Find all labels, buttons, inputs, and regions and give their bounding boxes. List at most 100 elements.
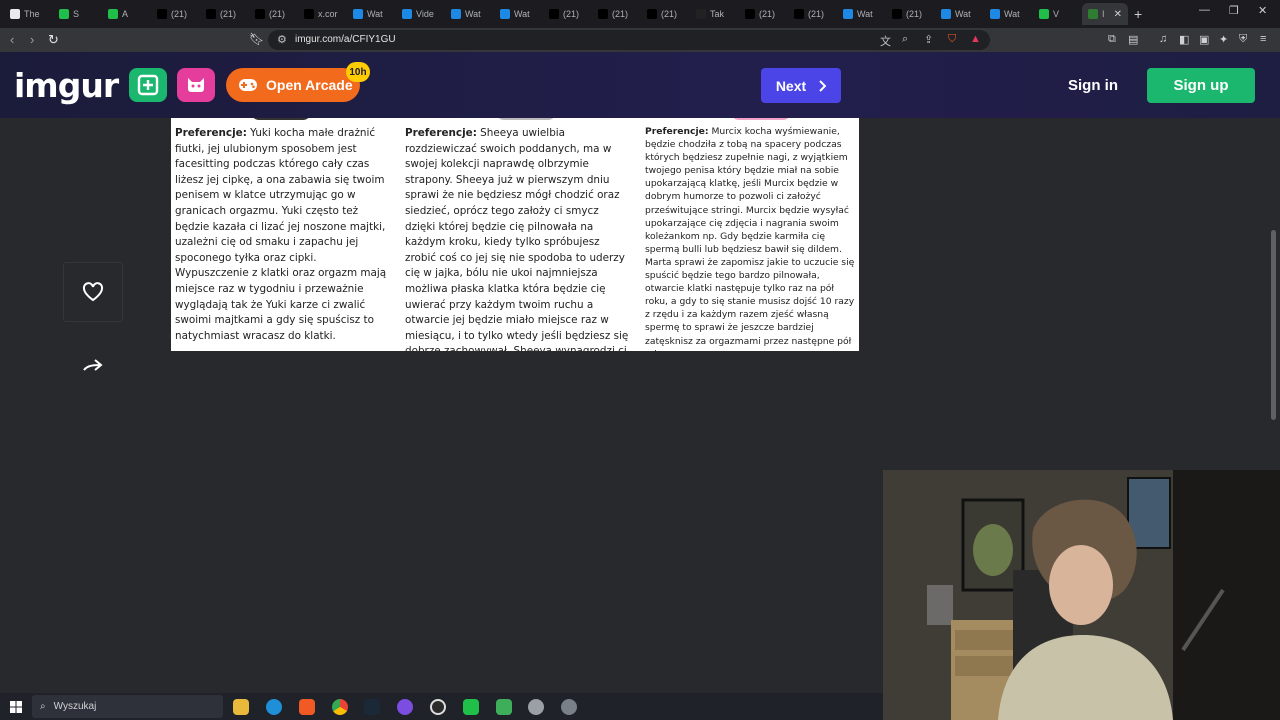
settings-icon[interactable]	[528, 699, 544, 715]
browser-tab[interactable]: Wat	[494, 3, 543, 25]
sign-up-button[interactable]: Sign up	[1147, 68, 1255, 103]
tab-favicon-icon	[892, 9, 902, 19]
browser-tab[interactable]: Wat	[935, 3, 984, 25]
search-icon: ⌕	[40, 701, 46, 712]
browser-tab[interactable]: S	[53, 3, 102, 25]
windows-taskbar: ⌕ Wyszukaj	[0, 693, 883, 720]
imgur-header: imgur Open Arcade 10h Next Sign in Sign …	[0, 52, 1280, 118]
meme-generator-button[interactable]	[177, 68, 215, 102]
back-icon[interactable]: ‹	[10, 32, 14, 47]
tab-title: V	[1053, 9, 1060, 19]
tab-favicon-icon	[206, 9, 216, 19]
search-placeholder: Wyszukaj	[53, 701, 97, 712]
menu-icon[interactable]: ≡	[1260, 33, 1266, 45]
tab-title: S	[73, 9, 80, 19]
page-scrollbar[interactable]	[1271, 230, 1276, 420]
browser-tab[interactable]: (21)	[886, 3, 935, 25]
sidebar-icon[interactable]: ◧	[1179, 33, 1189, 46]
tab-title: Wat	[1004, 9, 1020, 19]
open-arcade-button[interactable]: Open Arcade	[226, 68, 360, 102]
file-explorer-icon[interactable]	[233, 699, 249, 715]
browser-tab[interactable]: (21)	[592, 3, 641, 25]
forward-icon[interactable]: ›	[30, 32, 34, 47]
tab-title: Tak	[710, 9, 725, 19]
share-page-icon[interactable]: ⇪	[924, 33, 933, 46]
browser-tab[interactable]: The	[4, 3, 53, 25]
browser-tab[interactable]: V	[1033, 3, 1082, 25]
windows-start-icon[interactable]	[10, 701, 22, 713]
brave-shields-icon[interactable]: ⛉	[948, 33, 956, 46]
restore-button[interactable]: ❐	[1229, 4, 1239, 17]
vpn-icon[interactable]: ⛨	[1239, 33, 1247, 46]
media-icon[interactable]: ♫	[1159, 33, 1167, 45]
brave-icon[interactable]	[299, 699, 315, 715]
reader-icon[interactable]: ▤	[1128, 33, 1138, 46]
extensions-icon[interactable]: ⧉	[1108, 33, 1116, 46]
browser-tab[interactable]: Tak	[690, 3, 739, 25]
tab-favicon-icon	[647, 9, 657, 19]
tab-favicon-icon	[451, 9, 461, 19]
browser-tab[interactable]: Wat	[984, 3, 1033, 25]
browser-tab[interactable]: (21)	[788, 3, 837, 25]
steam-icon[interactable]	[364, 699, 380, 715]
browser-tab[interactable]: (21)	[641, 3, 690, 25]
address-bar-row: ‹ › ↻ 🔖︎ ⚙︎ imgur.com/a/CFIY1GU 文 ⌕ ⇪ ⛉ …	[0, 28, 1280, 52]
favorite-button[interactable]	[63, 262, 123, 322]
browser-tab[interactable]: (21)	[543, 3, 592, 25]
close-window-button[interactable]: ✕	[1258, 4, 1267, 17]
omnibox[interactable]: ⚙︎ imgur.com/a/CFIY1GU 文 ⌕ ⇪ ⛉ ▲	[268, 30, 990, 50]
media-player-icon[interactable]	[463, 699, 479, 715]
brave-rewards-icon[interactable]: ▲	[970, 33, 981, 45]
taskbar-search[interactable]: ⌕ Wyszukaj	[32, 695, 223, 718]
tab-title: Wat	[514, 9, 530, 19]
app-icon[interactable]	[496, 699, 512, 715]
obs-icon[interactable]	[430, 699, 446, 715]
tab-title: (21)	[661, 9, 678, 19]
browser-tab[interactable]: Wat	[445, 3, 494, 25]
tab-favicon-icon	[1088, 9, 1098, 19]
heart-icon	[82, 282, 104, 302]
tab-favicon-icon	[941, 9, 951, 19]
browser-tab[interactable]: Vide	[396, 3, 445, 25]
edge-icon[interactable]	[266, 699, 282, 715]
minimize-button[interactable]: —	[1199, 4, 1210, 16]
zoom-icon[interactable]: ⌕	[902, 33, 908, 46]
browser-tab[interactable]: I ✕	[1082, 3, 1128, 25]
column-text: Murcix kocha wyśmiewanie, będzie chodził…	[645, 126, 855, 351]
new-tab-button[interactable]: +	[1134, 6, 1142, 22]
browser-tab[interactable]: (21)	[249, 3, 298, 25]
bookmark-icon[interactable]: 🔖︎	[249, 32, 264, 46]
tab-favicon-icon	[304, 9, 314, 19]
wallet-icon[interactable]: ▣	[1199, 33, 1209, 46]
browser-tab[interactable]: Wat	[347, 3, 396, 25]
tab-favicon-icon	[353, 9, 363, 19]
tab-title: Wat	[367, 9, 383, 19]
new-post-button[interactable]	[129, 68, 167, 102]
share-button[interactable]	[80, 358, 106, 382]
browser-tab[interactable]: x.cor	[298, 3, 347, 25]
imgur-logo[interactable]: imgur	[14, 66, 119, 105]
column-label: Preferencje:	[645, 126, 709, 137]
sign-in-link[interactable]: Sign in	[1068, 77, 1118, 94]
leo-icon[interactable]: ✦	[1219, 33, 1228, 46]
app-icon[interactable]	[561, 699, 577, 715]
tab-title: I	[1102, 9, 1105, 19]
translate-icon[interactable]: 文	[880, 33, 891, 49]
browser-tab[interactable]: (21)	[151, 3, 200, 25]
chrome-icon[interactable]	[332, 699, 348, 715]
next-post-button[interactable]: Next	[761, 68, 841, 103]
browser-tab[interactable]: Wat	[837, 3, 886, 25]
browser-tab[interactable]: (21)	[200, 3, 249, 25]
site-info-icon[interactable]: ⚙︎	[277, 33, 287, 46]
close-tab-icon[interactable]: ✕	[1114, 9, 1122, 20]
browser-tab[interactable]: (21)	[739, 3, 788, 25]
column-text: Sheeya uwielbia rozdziewiczać swoich pod…	[405, 127, 629, 351]
tab-title: Wat	[465, 9, 481, 19]
app-icon[interactable]	[397, 699, 413, 715]
browser-tab[interactable]: A	[102, 3, 151, 25]
post-image[interactable]: Preferencje: Yuki kocha małe drażnić fiu…	[171, 118, 859, 351]
tab-title: Wat	[857, 9, 873, 19]
chevron-right-icon	[819, 79, 827, 92]
tab-favicon-icon	[10, 9, 20, 19]
reload-icon[interactable]: ↻	[48, 32, 59, 48]
